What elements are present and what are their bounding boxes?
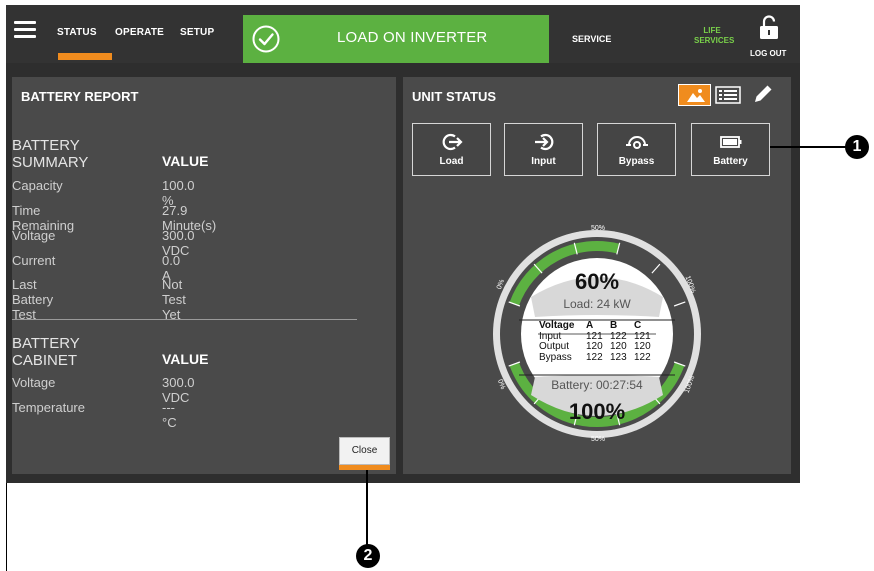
menu-icon[interactable] [14, 21, 36, 39]
phase-c-header: C [634, 320, 642, 331]
load-button[interactable]: Load [412, 123, 491, 176]
battery-cabinet-title: BATTERY CABINET [12, 335, 80, 369]
logout-button[interactable]: LOG OUT [750, 49, 786, 58]
bypass-button[interactable]: Bypass [597, 123, 676, 176]
battery-report-title: BATTERY REPORT [21, 89, 139, 104]
bypass-a: 122 [586, 351, 603, 363]
temperature-label: Temperature [12, 400, 85, 415]
list-view-button[interactable] [713, 84, 743, 106]
bypass-b: 123 [610, 351, 627, 363]
voltage-label: Voltage [12, 228, 56, 243]
output-c: 120 [634, 341, 651, 352]
screenshot-canvas: STATUS OPERATE SETUP LOAD ON INVERTER SE… [0, 0, 874, 571]
battery-runtime: Battery: 00:27:54 [551, 378, 643, 392]
check-circle-icon [252, 25, 280, 53]
temperature-value: --- °C [162, 400, 177, 430]
ups-status-gauge: 60% Load: 24 kW Voltage A B C Input 121 … [491, 217, 703, 451]
capacity-label: Capacity [12, 178, 63, 193]
pencil-edit-icon[interactable] [751, 82, 775, 106]
tab-life-services[interactable]: LIFE SERVICES [694, 26, 735, 46]
tab-setup[interactable]: SETUP [180, 27, 214, 38]
bypass-button-label: Bypass [618, 156, 655, 167]
unit-status-title: UNIT STATUS [412, 89, 497, 104]
status-banner[interactable]: LOAD ON INVERTER [243, 15, 549, 63]
frame-edge-line [6, 483, 7, 571]
list-view-icon [715, 86, 741, 104]
summary-value-header: VALUE [162, 153, 209, 169]
output-a: 120 [586, 341, 603, 352]
cabinet-voltage-label: Voltage [12, 375, 56, 390]
battery-icon [719, 136, 741, 148]
row-label-output: Output [539, 341, 570, 352]
voltage-col-label: Voltage [539, 320, 575, 331]
cabinet-value-header: VALUE [162, 351, 209, 367]
load-icon [442, 133, 463, 151]
battery-report-panel: BATTERY REPORT BATTERY SUMMARY VALUE Cap… [12, 77, 396, 474]
voltage-table-header: Voltage A B C [539, 320, 657, 332]
callout-1-marker: 1 [845, 135, 869, 159]
unlocked-padlock-icon[interactable] [757, 15, 781, 41]
unit-status-panel: UNIT STATUS Load Input Bypass Battery 60… [403, 77, 791, 474]
load-kw: Load: 24 kW [563, 297, 631, 311]
input-button[interactable]: Input [504, 123, 583, 176]
load-percent: 60% [574, 269, 620, 294]
battery-summary-title: BATTERY SUMMARY [12, 137, 89, 171]
active-tab-indicator [58, 53, 112, 60]
battery-button-label: Battery [713, 156, 748, 167]
input-icon [534, 133, 553, 151]
life-services-line2: SERVICES [694, 36, 735, 45]
current-label: Current [12, 253, 56, 268]
output-b: 120 [610, 341, 627, 352]
section-divider [12, 319, 357, 320]
image-view-icon [687, 89, 705, 102]
top-navigation-bar: STATUS OPERATE SETUP LOAD ON INVERTER SE… [6, 5, 800, 63]
table-row: Output 120 120 120 [539, 341, 657, 353]
phase-b-header: B [610, 320, 618, 331]
scale-50-top: 50% [590, 225, 605, 232]
battery-button[interactable]: Battery [691, 123, 770, 176]
last-battery-test-label: Last Battery Test [12, 277, 54, 322]
load-button-label: Load [439, 156, 464, 167]
row-label-bypass: Bypass [539, 351, 572, 363]
tab-service[interactable]: SERVICE [572, 34, 611, 44]
graphic-view-button[interactable] [678, 84, 711, 106]
tab-operate[interactable]: OPERATE [115, 27, 164, 38]
status-banner-text: LOAD ON INVERTER [337, 29, 488, 46]
callout-1-leader [770, 146, 848, 148]
callout-2-leader [366, 470, 368, 548]
tab-status[interactable]: STATUS [57, 27, 97, 38]
scale-50-bottom: 50% [590, 436, 605, 443]
close-button[interactable]: Close [339, 437, 390, 465]
close-button-indicator [339, 465, 390, 470]
table-row: Bypass 122 123 122 [539, 351, 657, 364]
life-services-line1: LIFE [703, 26, 721, 35]
bypass-icon [625, 136, 648, 149]
voltage-table: Voltage A B C Input 121 122 121 Output 1… [539, 320, 657, 364]
battery-percent: 100% [568, 399, 626, 424]
callout-2-marker: 2 [356, 544, 380, 568]
last-battery-test-value: Not Test Yet [162, 277, 186, 322]
phase-a-header: A [586, 320, 594, 331]
input-button-label: Input [531, 156, 556, 167]
bypass-c: 122 [634, 351, 651, 363]
